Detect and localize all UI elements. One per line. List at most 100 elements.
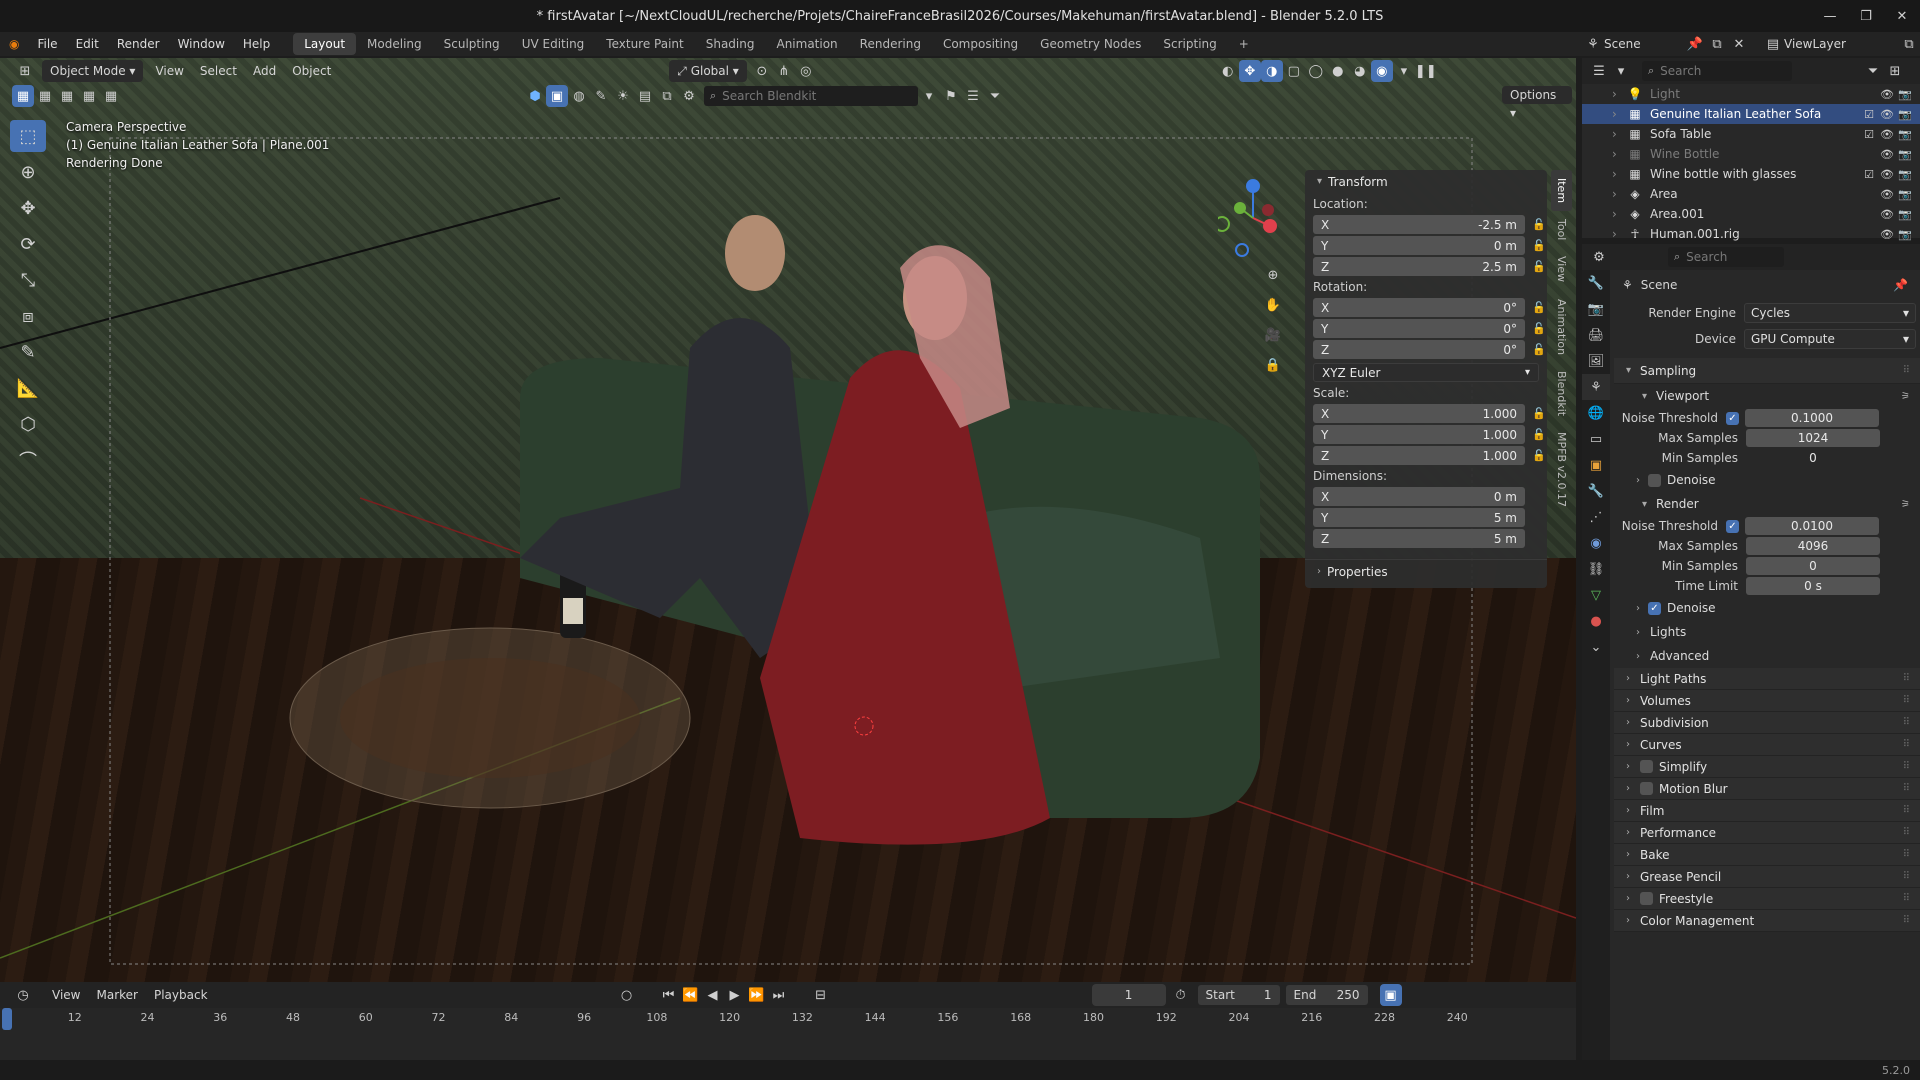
measure-tool-icon[interactable]: 📐 (10, 372, 46, 404)
sort-icon[interactable]: ☰ (962, 85, 984, 107)
location-y-field[interactable]: Y 0 m (1313, 236, 1525, 255)
exclude-checkbox-icon[interactable] (1860, 148, 1878, 161)
camera-view-icon[interactable]: 🎥 (1262, 324, 1284, 346)
tab-geometry-nodes[interactable]: Geometry Nodes (1029, 33, 1152, 55)
pause-render-icon[interactable]: ❚❚ (1415, 60, 1437, 82)
section-color-management[interactable]: › Color Management ⠿ (1614, 910, 1920, 932)
drag-handle-icon[interactable]: ⠿ (1903, 827, 1910, 838)
outliner-row[interactable]: › ◈ Area.001 👁 📷 (1582, 204, 1920, 224)
playhead[interactable] (2, 1008, 12, 1030)
timeline-track-area[interactable] (0, 1030, 1576, 1060)
viewlayer-name[interactable]: ViewLayer (1784, 37, 1846, 51)
auto-keying-icon[interactable]: ○ (616, 984, 638, 1006)
scale-tool-icon[interactable]: ⤡ (10, 264, 46, 296)
exclude-checkbox-icon[interactable]: ☑ (1860, 128, 1878, 141)
viewport-noise-field[interactable]: 0.1000 (1745, 409, 1879, 427)
visibility-eye-icon[interactable]: 👁 (1878, 128, 1896, 141)
add-cube-tool-icon[interactable]: ⬡ (10, 408, 46, 440)
more-tabs-icon[interactable]: ⌄ (1582, 634, 1610, 660)
drag-handle-icon[interactable]: ⠿ (1903, 849, 1910, 860)
minimize-icon[interactable]: — (1812, 9, 1848, 24)
chevron-right-icon[interactable]: › (1612, 87, 1626, 101)
blendkit-addons-icon[interactable]: ⚙ (678, 85, 700, 107)
render-min-samples-field[interactable]: 0 (1746, 557, 1880, 575)
xray-icon[interactable]: ▢ (1283, 60, 1305, 82)
pin-icon[interactable]: 📌 (1893, 278, 1908, 292)
mode-dropdown[interactable]: Object Mode ▾ (42, 60, 144, 82)
maximize-icon[interactable]: ❐ (1848, 9, 1884, 24)
3d-viewport[interactable]: ⊞ Object Mode ▾ View Select Add Object ⤢ Gl… (0, 58, 1576, 982)
annotate-tool-icon[interactable]: ✎ (10, 336, 46, 368)
tab-compositing[interactable]: Compositing (932, 33, 1029, 55)
chevron-right-icon[interactable]: › (1612, 127, 1626, 141)
prev-keyframe-icon[interactable]: ⏪ (680, 984, 702, 1006)
drag-handle-icon[interactable]: ⠿ (1903, 805, 1910, 816)
chevron-right-icon[interactable]: › (1612, 167, 1626, 181)
render-camera-icon[interactable]: 📷 (1896, 188, 1914, 201)
exclude-checkbox-icon[interactable] (1860, 228, 1878, 241)
play-reverse-icon[interactable]: ◀ (702, 984, 724, 1006)
sampling-panel-header[interactable]: ▾ Sampling ⠿ (1614, 358, 1920, 384)
close-icon[interactable]: ✕ (1884, 9, 1920, 24)
viewport-menu-add[interactable]: Add (245, 60, 284, 82)
physics-tab-icon[interactable]: ◉ (1582, 530, 1610, 556)
viewport-menu-view[interactable]: View (147, 60, 191, 82)
delete-scene-icon[interactable]: ✕ (1728, 33, 1750, 55)
viewport-max-samples-field[interactable]: 1024 (1746, 429, 1880, 447)
render-tab-icon[interactable]: 📷 (1582, 296, 1610, 322)
exclude-checkbox-icon[interactable] (1860, 88, 1878, 101)
rendered-shading-icon[interactable]: ◉ (1370, 60, 1393, 82)
dimensions-x-field[interactable]: X 0 m (1313, 487, 1525, 506)
shading-options-icon[interactable]: ▾ (1393, 60, 1415, 82)
location-z-field[interactable]: Z 2.5 m (1313, 257, 1525, 276)
solid-shading-icon[interactable]: ● (1327, 60, 1349, 82)
rotation-x-field[interactable]: X 0° (1313, 298, 1525, 317)
navigation-gizmo[interactable] (1218, 178, 1288, 258)
snap-icon[interactable]: ⋔ (773, 60, 795, 82)
new-scene-icon[interactable]: ⧉ (1706, 33, 1728, 55)
particles-tab-icon[interactable]: ⋰ (1582, 504, 1610, 530)
pivot-icon[interactable]: ⊙ (751, 60, 773, 82)
sidebar-tab-blendkit[interactable]: Blendkit (1551, 363, 1572, 424)
blender-logo-icon[interactable]: ◉ (0, 32, 28, 56)
visibility-eye-icon[interactable]: 👁 (1878, 168, 1896, 181)
select-box-tool-icon[interactable]: ⬚ (10, 120, 46, 152)
overlay-toggle-icon[interactable]: ◑ (1260, 60, 1283, 82)
zoom-icon[interactable]: ⊕ (1262, 264, 1284, 286)
render-subpanel-header[interactable]: ▾ Render ⚞ (1614, 492, 1920, 516)
lock-icon[interactable]: 🔓 (1531, 343, 1547, 356)
lock-icon[interactable]: 🔓 (1531, 407, 1547, 420)
menu-render[interactable]: Render (108, 32, 169, 56)
pan-hand-icon[interactable]: ✋ (1262, 294, 1284, 316)
sidebar-tab-tool[interactable]: Tool (1551, 211, 1572, 248)
render-engine-dropdown[interactable]: Cycles ▾ (1744, 303, 1916, 323)
end-frame-field[interactable]: End 250 (1285, 985, 1368, 1005)
cursor-tool-icon[interactable]: ⊕ (10, 156, 46, 188)
rotation-y-field[interactable]: Y 0° (1313, 319, 1525, 338)
orientation-dropdown[interactable]: ⤢ Global ▾ (669, 60, 747, 82)
drag-handle-icon[interactable]: ⠿ (1903, 717, 1910, 728)
material-shading-icon[interactable]: ◕ (1349, 60, 1371, 82)
section-simplify[interactable]: › Simplify ⠿ (1614, 756, 1920, 778)
drag-handle-icon[interactable]: ⠿ (1903, 871, 1910, 882)
blendkit-nodes-icon[interactable]: ⧉ (656, 85, 678, 107)
blendkit-scenes-icon[interactable]: ▤ (634, 85, 656, 107)
tab-animation[interactable]: Animation (765, 33, 848, 55)
lock-icon[interactable]: 🔓 (1531, 322, 1547, 335)
blendkit-logo-icon[interactable]: ⬢ (524, 85, 546, 107)
pin-icon[interactable]: 📌 (1684, 33, 1706, 55)
section-light-paths[interactable]: › Light Paths ⠿ (1614, 668, 1920, 690)
new-collection-icon[interactable]: ⊞ (1884, 60, 1906, 82)
constraints-tab-icon[interactable]: ⛓ (1582, 556, 1610, 582)
lights-subpanel-header[interactable]: › Lights (1614, 620, 1920, 644)
render-noise-field[interactable]: 0.0100 (1745, 517, 1879, 535)
render-camera-icon[interactable]: 📷 (1896, 108, 1914, 121)
play-icon[interactable]: ▶ (724, 984, 746, 1006)
blendkit-search-input[interactable]: Search Blendkit (722, 89, 816, 103)
lock-icon[interactable]: 🔓 (1531, 428, 1547, 441)
visibility-eye-icon[interactable]: 👁 (1878, 148, 1896, 161)
menu-edit[interactable]: Edit (67, 32, 108, 56)
dimensions-y-field[interactable]: Y 5 m (1313, 508, 1525, 527)
viewport-denoise-header[interactable]: › Denoise (1614, 468, 1920, 492)
output-tab-icon[interactable]: 🖨 (1582, 322, 1610, 348)
